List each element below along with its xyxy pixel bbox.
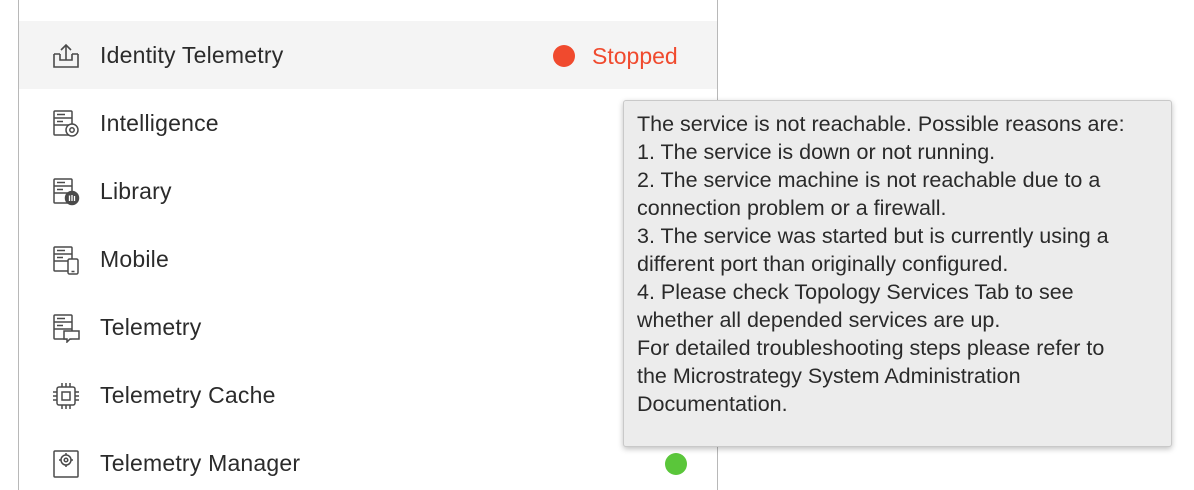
tooltip-line: different port than originally configure… <box>637 252 1009 276</box>
list-item-identity-telemetry[interactable]: Identity Telemetry Stopped <box>19 21 717 89</box>
server-gear-icon <box>51 109 81 139</box>
gear-box-icon <box>51 449 81 479</box>
tooltip-line: The service is not reachable. Possible r… <box>637 112 1125 136</box>
tooltip-line: 4. Please check Topology Services Tab to… <box>637 280 1074 304</box>
tooltip-line: connection problem or a firewall. <box>637 196 947 220</box>
tooltip-line: the Microstrategy System Administration <box>637 364 1021 388</box>
service-label: Intelligence <box>100 110 219 136</box>
service-label: Mobile <box>100 246 169 272</box>
tooltip-line: 1. The service is down or not running. <box>637 140 996 164</box>
service-label: Telemetry Cache <box>100 382 276 408</box>
list-item-telemetry-manager[interactable]: Telemetry Manager <box>19 429 717 490</box>
service-label: Telemetry <box>100 314 202 340</box>
status-dot-stopped <box>553 45 575 67</box>
error-tooltip: The service is not reachable. Possible r… <box>623 100 1172 447</box>
tooltip-line: For detailed troubleshooting steps pleas… <box>637 336 1105 360</box>
status-text-stopped[interactable]: Stopped <box>592 43 678 69</box>
tooltip-line: Documentation. <box>637 392 788 416</box>
services-list-panel: Identity Telemetry Stopped Intelligence <box>18 0 718 490</box>
tooltip-line: 2. The service machine is not reachable … <box>637 168 1101 192</box>
list-item-telemetry[interactable]: Telemetry <box>19 293 717 361</box>
server-mobile-icon <box>51 245 81 275</box>
list-item-mobile[interactable]: Mobile <box>19 225 717 293</box>
list-item-partial[interactable] <box>19 0 717 14</box>
server-chat-icon <box>51 313 81 343</box>
service-label: Telemetry Manager <box>100 450 301 476</box>
chip-icon <box>51 381 81 411</box>
service-label: Library <box>100 178 172 204</box>
list-item-intelligence[interactable]: Intelligence <box>19 89 717 157</box>
list-item-library[interactable]: Library <box>19 157 717 225</box>
upload-tray-icon <box>51 41 81 71</box>
tooltip-line: 3. The service was started but is curren… <box>637 224 1109 248</box>
server-library-icon <box>51 177 81 207</box>
list-item-telemetry-cache[interactable]: Telemetry Cache <box>19 361 717 429</box>
tooltip-line: whether all depended services are up. <box>637 308 1001 332</box>
service-label: Identity Telemetry <box>100 42 284 68</box>
